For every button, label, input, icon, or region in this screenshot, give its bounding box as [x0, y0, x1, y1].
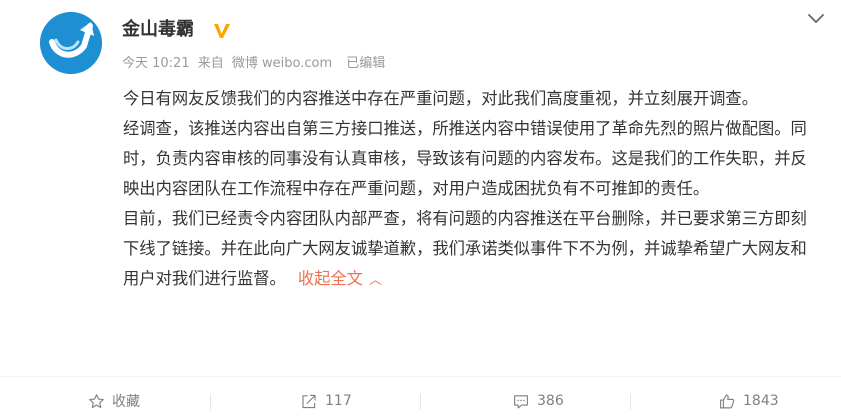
post-paragraph: 目前，我们已经责令内容团队内部严查，将有问题的内容推送在平台删除，并已要求第三方…: [123, 204, 823, 296]
post-time[interactable]: 今天 10:21: [122, 56, 190, 71]
collapse-label: 收起全文: [297, 269, 363, 288]
repost-icon: [302, 394, 316, 408]
post-source[interactable]: 微博 weibo.com: [232, 56, 332, 71]
comment-icon: [514, 394, 528, 408]
star-icon: [89, 393, 104, 408]
comment-count: 386: [537, 393, 564, 409]
chevron-up-icon: ︿: [368, 273, 382, 288]
divider: [630, 394, 631, 410]
like-button[interactable]: 1843: [718, 391, 779, 411]
repost-button[interactable]: 117: [300, 391, 352, 411]
username[interactable]: 金山毒霸: [122, 19, 194, 41]
divider: [0, 376, 841, 377]
kingsoft-logo-icon: [40, 12, 102, 74]
post-paragraph: 今日有网友反馈我们的内容推送中存在严重问题，对此我们高度重视，并立刻展开调查。: [123, 89, 758, 108]
post-meta: 今天 10:21 来自 微博 weibo.com 已编辑: [122, 55, 389, 73]
post-paragraph-text: 目前，我们已经责令内容团队内部严查，将有问题的内容推送在平台删除，并已要求第三方…: [123, 209, 807, 288]
divider: [210, 394, 211, 410]
collapse-button[interactable]: 收起全文 ︿: [298, 269, 382, 288]
favorite-label: 收藏: [112, 394, 140, 410]
divider: [420, 394, 421, 410]
comment-button[interactable]: 386: [512, 391, 564, 411]
favorite-button[interactable]: 收藏: [88, 391, 140, 411]
source-prefix: 来自: [197, 56, 224, 71]
repost-count: 117: [325, 393, 352, 409]
edited-label[interactable]: 已编辑: [346, 56, 385, 71]
avatar[interactable]: [40, 12, 102, 74]
verified-v-icon: [214, 24, 230, 38]
thumbs-up-icon: [720, 394, 735, 408]
chevron-down-icon[interactable]: [806, 12, 826, 26]
post-paragraph: 经调查，该推送内容出自第三方接口推送，所推送内容中错误使用了革命先烈的照片做配图…: [123, 119, 807, 198]
post-body: 今日有网友反馈我们的内容推送中存在严重问题，对此我们高度重视，并立刻展开调查。 …: [123, 84, 823, 296]
action-bar: 收藏 117 386 1843: [0, 383, 841, 419]
like-count: 1843: [743, 393, 779, 409]
